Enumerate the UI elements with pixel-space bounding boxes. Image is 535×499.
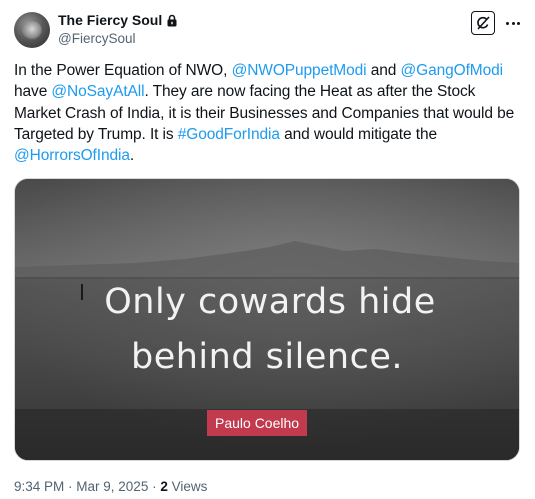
grok-icon [477,16,490,30]
quote-line-2: behind silence. [131,337,403,377]
tweet-text-segment: In the Power Equation of NWO, [14,62,232,79]
mention-link[interactable]: @NWOPuppetModi [232,62,367,79]
mention-link[interactable]: @GangOfModi [400,62,503,79]
tweet-image[interactable]: Only cowards hide behind silence. Paulo … [14,178,520,461]
tweet-text-segment: . [129,147,135,165]
views-label: Views [167,479,208,494]
author-handle[interactable]: @FiercySoul [58,31,135,46]
tweet-text: In the Power Equation of NWO, @NWOPuppet… [14,60,519,166]
author-display-name[interactable]: The Fiercy Soul [58,12,162,29]
tweet-meta: 9:34 PM · Mar 9, 2025 · 2 Views [14,479,207,495]
lock-icon [167,14,177,27]
author-name-row: The Fiercy Soul [58,12,178,29]
tweet-text-segment: and [366,62,401,79]
tweet-time[interactable]: 9:34 PM [14,479,64,494]
views-count: 2 [160,479,168,494]
quote-line-1: Only cowards hide [104,282,436,322]
more-horizontal-icon [506,21,510,25]
separator: · [148,479,161,494]
tweet-date[interactable]: Mar 9, 2025 [76,479,148,494]
more-options-button[interactable] [503,11,523,35]
tweet-text-segment: have [14,83,52,101]
tweet-text-segment: and would mitigate the [279,125,437,143]
avatar[interactable] [14,12,50,48]
hashtag-link[interactable]: #GoodForIndia [178,126,280,143]
separator: · [64,479,77,494]
grok-button[interactable] [471,11,495,35]
mention-link[interactable]: @NoSayAtAll [51,83,144,100]
mention-link[interactable]: @HorrorsOfIndia [14,147,130,164]
quote-author-badge: Paulo Coelho [207,410,308,436]
